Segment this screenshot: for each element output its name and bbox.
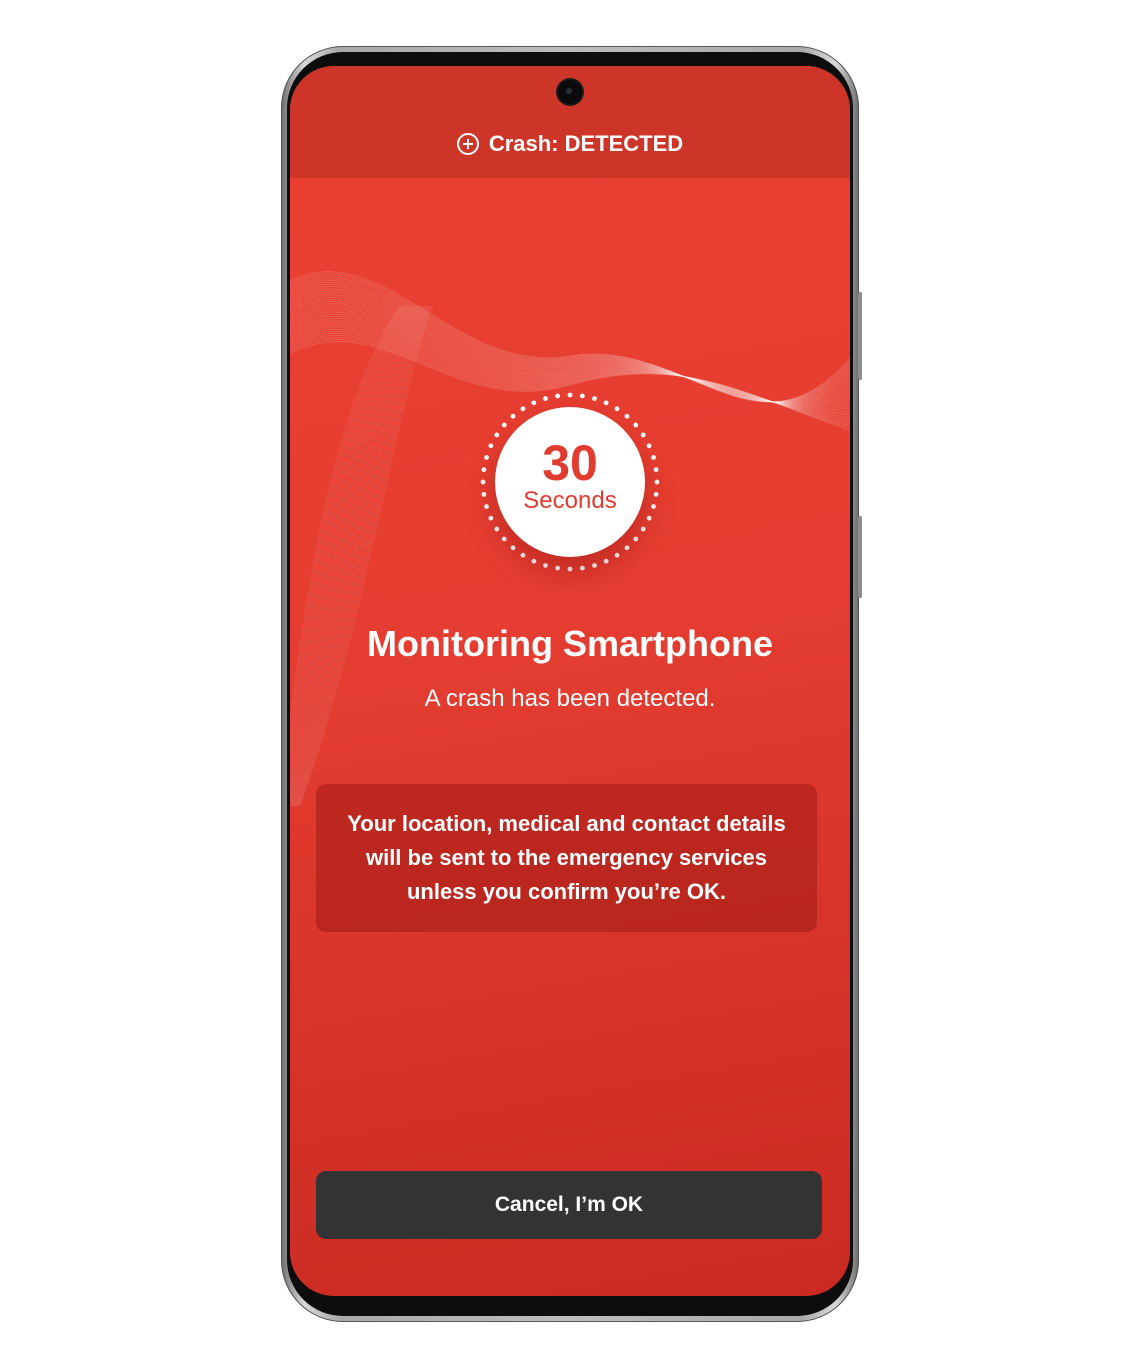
timer-value: 30 xyxy=(542,435,598,491)
timer-dot xyxy=(501,536,507,542)
app-screen: Crash: DETECTED 30 Seconds Monitoring Sm… xyxy=(290,66,850,1296)
timer-dot xyxy=(603,558,609,564)
timer-dot xyxy=(484,504,489,509)
timer-dot xyxy=(651,504,656,509)
timer-dot xyxy=(543,563,548,568)
page-title: Monitoring Smartphone xyxy=(367,623,773,664)
timer-dot xyxy=(520,406,526,412)
volume-button xyxy=(858,292,862,380)
wave-line xyxy=(290,305,409,778)
timer-dot xyxy=(640,526,646,532)
timer-dot xyxy=(555,565,561,571)
timer-dot xyxy=(579,565,585,571)
crash-status: Crash: DETECTED xyxy=(290,130,850,158)
timer-dot xyxy=(633,422,639,428)
timer-dot xyxy=(481,467,487,473)
timer-dot xyxy=(646,515,652,521)
front-camera xyxy=(558,80,582,104)
timer-dot xyxy=(510,545,516,551)
countdown-timer: 30 Seconds xyxy=(477,389,663,575)
timer-dot xyxy=(510,413,516,419)
emergency-notice-text: Your location, medical and contact detai… xyxy=(347,811,786,904)
timer-dot xyxy=(624,545,630,551)
timer-dot xyxy=(614,552,620,558)
timer-dot xyxy=(481,491,487,497)
timer-dot xyxy=(633,536,639,542)
timer-dot xyxy=(567,566,573,572)
emergency-notice: Your location, medical and contact detai… xyxy=(316,784,817,932)
crash-status-text: Crash: DETECTED xyxy=(488,131,684,156)
timer-dot xyxy=(480,479,486,485)
timer-dot xyxy=(651,455,656,460)
timer-dot xyxy=(520,552,526,558)
timer-dot xyxy=(603,400,609,406)
timer-unit: Seconds xyxy=(523,487,617,514)
timer-dot xyxy=(494,526,500,532)
timer-dot xyxy=(555,393,561,399)
timer-dot xyxy=(484,455,489,460)
phone-mockup: Crash: DETECTED 30 Seconds Monitoring Sm… xyxy=(0,0,1140,1368)
timer-dot xyxy=(624,413,630,419)
timer-circle: 30 Seconds xyxy=(495,407,645,557)
plus-circle-icon xyxy=(456,133,479,155)
timer-dot xyxy=(653,491,659,497)
timer-dot xyxy=(488,515,494,521)
power-button xyxy=(858,516,862,598)
timer-dot xyxy=(654,479,660,485)
timer-dot xyxy=(488,443,494,449)
wave-line xyxy=(290,305,418,806)
timer-dot xyxy=(614,406,620,412)
timer-dot xyxy=(567,392,573,398)
timer-dot xyxy=(531,400,537,406)
timer-dot xyxy=(653,467,659,473)
timer-dot xyxy=(501,422,507,428)
timer-dot xyxy=(592,563,597,568)
status-bar: Crash: DETECTED xyxy=(290,66,850,178)
timer-dot xyxy=(646,443,652,449)
cancel-im-ok-button[interactable]: Cancel, I’m OK xyxy=(316,1171,822,1239)
page-subtitle: A crash has been detected. xyxy=(424,685,716,712)
timer-dot xyxy=(531,558,537,564)
timer-dot xyxy=(543,396,548,401)
timer-dot xyxy=(592,396,597,401)
timer-dot xyxy=(579,393,585,399)
